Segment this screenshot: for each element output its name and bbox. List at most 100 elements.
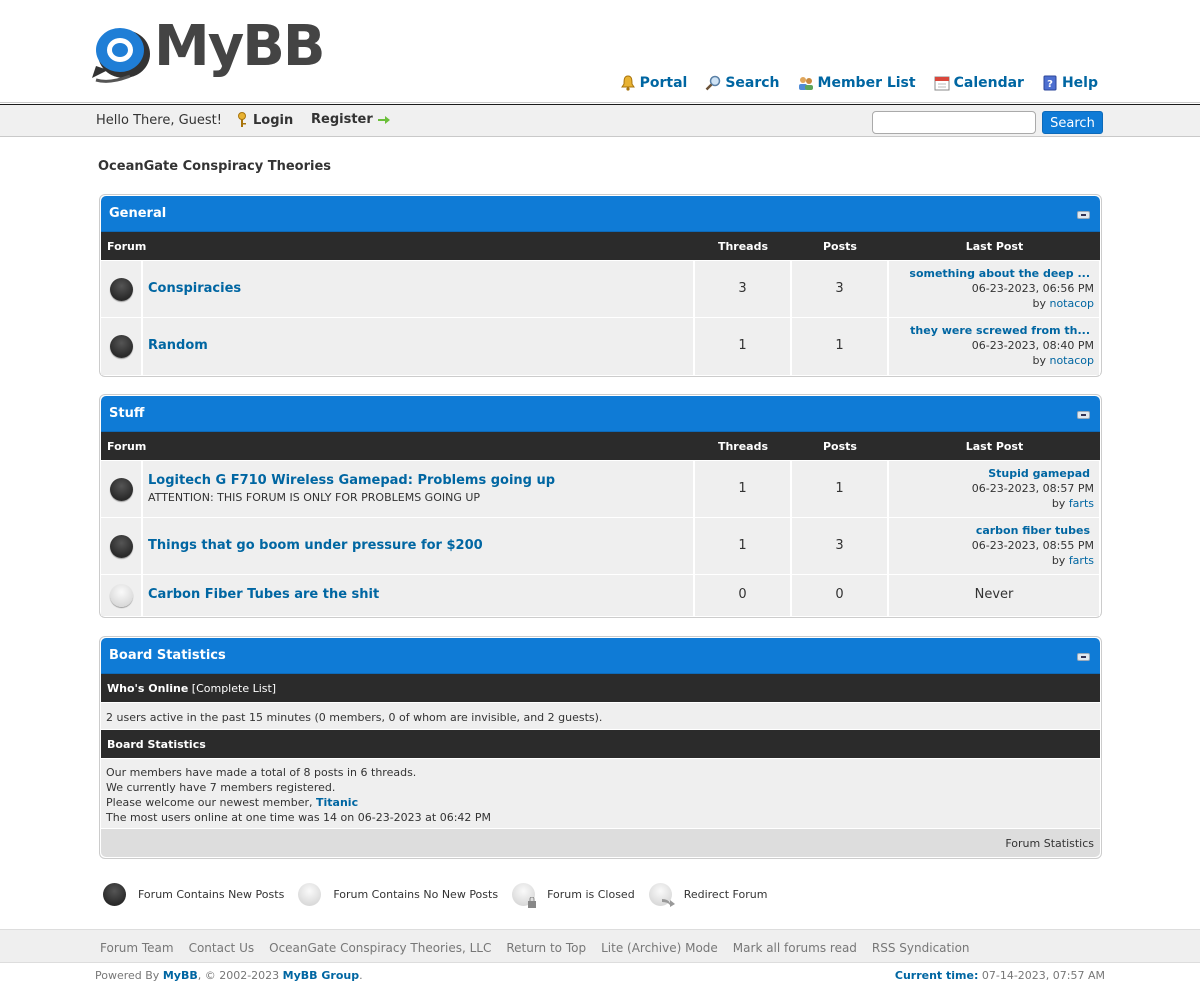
mybb-group-link[interactable]: MyBB Group	[283, 969, 359, 982]
last-post-user[interactable]: notacop	[1049, 354, 1094, 367]
forum-link[interactable]: Things that go boom under pressure for $…	[148, 538, 483, 553]
category-title[interactable]: General	[109, 206, 166, 221]
post-count: 1	[835, 481, 844, 496]
forum-new-posts-icon[interactable]	[110, 335, 133, 358]
forum-new-posts-icon[interactable]	[110, 278, 133, 301]
top-link-portal-label: Portal	[639, 75, 688, 91]
footer-link-lite-mode[interactable]: Lite (Archive) Mode	[601, 941, 718, 955]
top-link-portal[interactable]: Portal	[620, 75, 688, 91]
user-panel: Hello There, Guest! Login Register Searc…	[0, 104, 1200, 137]
forum-row: Random 1 1 they were screwed from th... …	[101, 318, 1100, 375]
last-post-link[interactable]: something about the deep ...	[909, 267, 1090, 280]
collapse-icon[interactable]	[1077, 653, 1090, 661]
legend-item: Forum Contains New Posts	[103, 883, 284, 906]
search-input[interactable]	[872, 111, 1036, 134]
thread-count: 1	[738, 481, 747, 496]
col-forum: Forum	[107, 440, 147, 453]
col-last-post: Last Post	[965, 440, 1024, 453]
whos-online-link[interactable]: Who's Online	[107, 682, 188, 695]
last-post-date: 06-23-2023, 08:40 PM	[971, 339, 1094, 352]
last-post-user[interactable]: farts	[1069, 554, 1094, 567]
complete-list-link[interactable]: [Complete List]	[192, 682, 276, 695]
top-link-member-list[interactable]: Member List	[798, 75, 916, 91]
last-post-by: by	[1032, 354, 1046, 367]
search-button[interactable]: Search	[1042, 111, 1103, 134]
thread-count: 0	[738, 587, 747, 602]
forum-link[interactable]: Random	[148, 338, 208, 353]
footer-link-site-home[interactable]: OceanGate Conspiracy Theories, LLC	[269, 941, 491, 955]
forum-statistics-link[interactable]: Forum Statistics	[1005, 837, 1094, 850]
footer-link-rss[interactable]: RSS Syndication	[872, 941, 970, 955]
online-users-text: 2 users active in the past 15 minutes (0…	[106, 711, 603, 724]
stats-newest-prefix: Please welcome our newest member,	[106, 796, 313, 809]
mybb-logo[interactable]: MyBB	[90, 14, 326, 88]
footer-link-forum-team[interactable]: Forum Team	[100, 941, 174, 955]
legend-label: Redirect Forum	[683, 888, 768, 901]
mybb-link[interactable]: MyBB	[163, 969, 198, 982]
top-link-help-label: Help	[1061, 75, 1098, 91]
forum-no-new-posts-icon[interactable]	[110, 584, 133, 607]
login-link[interactable]: Login	[236, 112, 293, 128]
col-posts: Posts	[823, 440, 857, 453]
register-link[interactable]: Register	[311, 112, 390, 127]
no-new-posts-icon	[298, 883, 322, 906]
last-post-user[interactable]: notacop	[1049, 297, 1094, 310]
collapse-icon[interactable]	[1077, 411, 1090, 419]
stats-details: Our members have made a total of 8 posts…	[101, 759, 1100, 829]
current-time: Current time: 07-14-2023, 07:57 AM	[895, 969, 1105, 982]
calendar-icon	[934, 75, 950, 91]
top-link-search[interactable]: Search	[705, 75, 780, 91]
forum-legend: Forum Contains New Posts Forum Contains …	[103, 883, 781, 908]
search-icon	[705, 75, 721, 91]
forum-new-posts-icon[interactable]	[110, 535, 133, 558]
logo-bubble-icon	[92, 28, 150, 83]
forum-row: Conspiracies 3 3 something about the dee…	[101, 261, 1100, 318]
col-posts: Posts	[823, 240, 857, 253]
breadcrumb[interactable]: OceanGate Conspiracy Theories	[98, 159, 331, 174]
arrow-right-icon	[377, 115, 390, 124]
portal-icon	[620, 75, 636, 91]
newest-member-link[interactable]: Titanic	[316, 796, 358, 809]
forum-row: Logitech G F710 Wireless Gamepad: Proble…	[101, 461, 1100, 518]
stats-members-line: We currently have 7 members registered.	[106, 781, 336, 794]
current-time-label: Current time:	[894, 969, 979, 982]
forum-link[interactable]: Carbon Fiber Tubes are the shit	[148, 587, 379, 602]
column-header-row: Forum Threads Posts Last Post	[101, 232, 1100, 261]
legend-label: Forum Contains New Posts	[138, 888, 285, 901]
last-post-link[interactable]: carbon fiber tubes	[976, 524, 1090, 537]
top-link-calendar[interactable]: Calendar	[934, 75, 1024, 91]
forum-row: Things that go boom under pressure for $…	[101, 518, 1100, 575]
thread-count: 1	[738, 538, 747, 553]
forum-new-posts-icon[interactable]	[110, 478, 133, 501]
last-post-link[interactable]: they were screwed from th...	[910, 324, 1090, 337]
footer-link-contact-us[interactable]: Contact Us	[189, 941, 255, 955]
category-header: General	[101, 196, 1100, 232]
stats-heading-row: Board Statistics	[101, 730, 1100, 759]
forum-closed-icon	[512, 883, 537, 908]
last-post-by: by	[1051, 497, 1066, 510]
top-link-help[interactable]: ? Help	[1042, 75, 1098, 91]
collapse-icon[interactable]	[1077, 211, 1090, 219]
forum-link[interactable]: Conspiracies	[148, 281, 241, 296]
legend-item: Forum Contains No New Posts	[298, 883, 498, 906]
forum-link[interactable]: Logitech G F710 Wireless Gamepad: Proble…	[148, 473, 555, 488]
board-stats-header: Board Statistics	[101, 638, 1100, 674]
greeting-text: Hello There, Guest!	[96, 113, 222, 128]
col-last-post: Last Post	[965, 240, 1024, 253]
thread-count: 3	[738, 281, 747, 296]
last-post-user[interactable]: farts	[1069, 497, 1094, 510]
last-post-by: by	[1051, 554, 1066, 567]
footer-links-bar: Forum Team Contact Us OceanGate Conspira…	[0, 929, 1200, 963]
category-title[interactable]: Stuff	[109, 406, 144, 421]
column-header-row: Forum Threads Posts Last Post	[101, 432, 1100, 461]
copyright-years: , © 2002-2023	[197, 969, 280, 982]
last-post-date: 06-23-2023, 08:55 PM	[971, 539, 1094, 552]
footer-link-mark-read[interactable]: Mark all forums read	[733, 941, 857, 955]
thread-count: 1	[738, 338, 747, 353]
last-post-link[interactable]: Stupid gamepad	[988, 467, 1090, 480]
register-label: Register	[311, 112, 373, 127]
post-count: 3	[835, 538, 844, 553]
board-stats-title: Board Statistics	[109, 648, 226, 663]
category-stuff: Stuff Forum Threads Posts Last Post Logi…	[99, 394, 1102, 618]
footer-link-return-to-top[interactable]: Return to Top	[506, 941, 586, 955]
